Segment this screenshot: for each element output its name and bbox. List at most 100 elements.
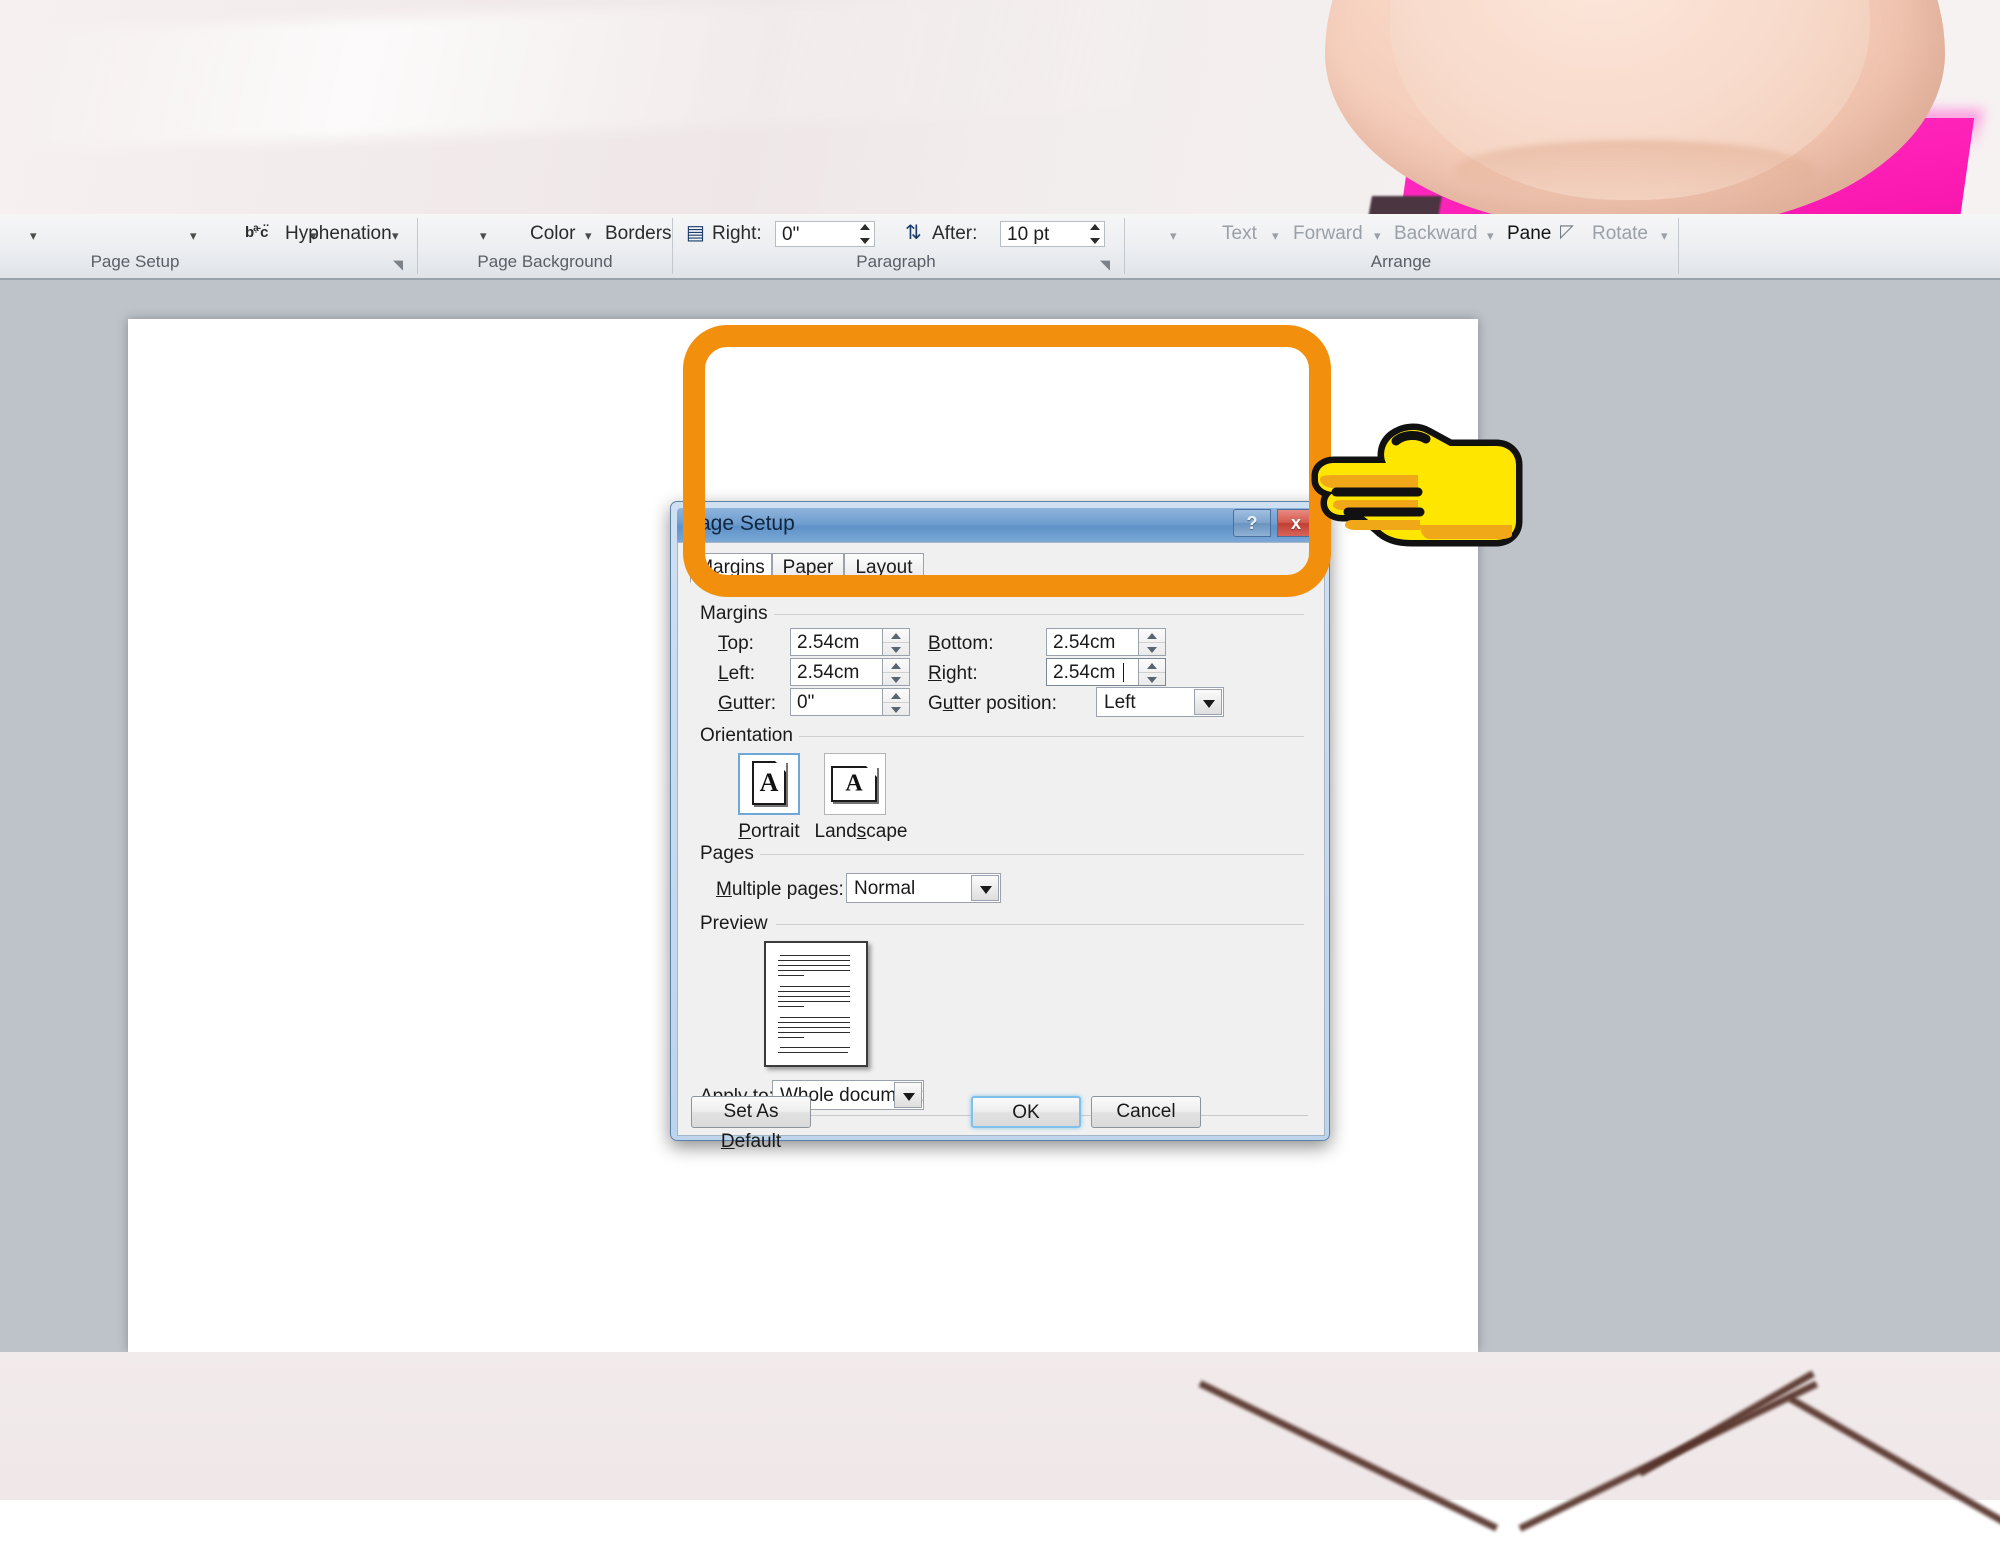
label-bottom: Bottom: bbox=[928, 633, 994, 654]
chevron-down-icon[interactable] bbox=[894, 1082, 922, 1108]
spacing-after-spinner[interactable] bbox=[1086, 221, 1104, 247]
spinner-up-icon[interactable] bbox=[1139, 629, 1165, 642]
text-caret bbox=[1123, 663, 1124, 682]
envelope-flap-line bbox=[1198, 1380, 1499, 1532]
dialog-title: Page Setup bbox=[685, 512, 795, 535]
indent-right-label: Right: bbox=[712, 223, 762, 244]
section-title-preview: Preview bbox=[700, 913, 774, 935]
tabstrip-underline bbox=[690, 582, 1314, 583]
send-backward-caret[interactable]: ▾ bbox=[1487, 228, 1494, 244]
set-as-default-button[interactable]: Set As Default bbox=[691, 1096, 811, 1152]
label-left: Left: bbox=[718, 663, 755, 684]
input-margin-top[interactable]: 2.54cm bbox=[790, 628, 910, 656]
section-rule-preview bbox=[776, 924, 1304, 925]
value-margin-top: 2.54cm bbox=[797, 632, 860, 653]
spinner-up-icon[interactable] bbox=[883, 659, 909, 672]
group-label-page-background: Page Background bbox=[477, 252, 613, 271]
tab-layout[interactable]: Layout bbox=[844, 553, 924, 583]
page-preview-thumbnail bbox=[764, 941, 868, 1067]
input-margin-right[interactable]: 2.54cm bbox=[1046, 658, 1166, 686]
spinner-down-icon[interactable] bbox=[883, 702, 909, 716]
wrap-text-caret[interactable]: ▾ bbox=[1272, 228, 1279, 244]
group-label-arrange: Arrange bbox=[1370, 252, 1432, 271]
input-margin-bottom[interactable]: 2.54cm bbox=[1046, 628, 1166, 656]
pointing-hand-left-icon bbox=[1311, 423, 1523, 547]
photo-bottom-area bbox=[0, 1350, 2000, 1552]
dialog-titlebar[interactable]: Page Setup ? x bbox=[677, 508, 1323, 542]
portrait-glyph: A bbox=[759, 768, 779, 797]
spinner-margin-bottom[interactable] bbox=[1138, 629, 1165, 655]
page-background-caret[interactable]: ▾ bbox=[480, 228, 487, 244]
label-gutter-position: Gutter position: bbox=[928, 693, 1057, 714]
indent-right-icon: ▤ bbox=[686, 222, 705, 244]
spinner-up-icon[interactable] bbox=[883, 689, 909, 702]
page-setup-dialog: Page Setup ? x Margins Paper Layout Marg… bbox=[670, 501, 1330, 1152]
page-color-button[interactable]: Color bbox=[530, 223, 575, 245]
hyphenation-button[interactable]: Hyphenation bbox=[285, 223, 392, 245]
dialog-body: Margins Paper Layout Margins Top: 2.54cm… bbox=[677, 542, 1325, 1136]
hyphenation-caret[interactable]: ▾ bbox=[392, 228, 399, 244]
rotate-button[interactable]: Rotate bbox=[1592, 223, 1648, 245]
chevron-down-icon[interactable] bbox=[971, 875, 999, 901]
spinner-gutter[interactable] bbox=[882, 689, 909, 715]
select-gutter-position[interactable]: Left bbox=[1096, 687, 1224, 717]
cancel-button[interactable]: Cancel bbox=[1091, 1096, 1201, 1128]
value-margin-left: 2.54cm bbox=[797, 662, 860, 683]
bring-forward-button[interactable]: Forward bbox=[1293, 223, 1363, 245]
tab-margins[interactable]: Margins bbox=[690, 553, 772, 583]
envelope-flap-line bbox=[1638, 1370, 1815, 1477]
arrange-caret[interactable]: ▾ bbox=[1170, 228, 1177, 244]
send-backward-button[interactable]: Backward bbox=[1394, 223, 1477, 245]
section-rule-orientation bbox=[788, 736, 1304, 737]
orientation-landscape-label: Landscape bbox=[814, 821, 908, 842]
help-icon: ? bbox=[1246, 513, 1258, 533]
label-multiple-pages: Multiple pages: bbox=[716, 879, 844, 900]
spinner-down-icon[interactable] bbox=[883, 642, 909, 656]
page-setup-dropdown-caret-2[interactable]: ▾ bbox=[190, 228, 197, 244]
page-setup-dialog-launcher-icon[interactable]: ◥ bbox=[393, 257, 403, 273]
bring-forward-caret[interactable]: ▾ bbox=[1374, 228, 1381, 244]
spinner-up-icon[interactable] bbox=[883, 629, 909, 642]
word-application-window: ▾ ▾ ▾ bạ-c̈ Hyphenation ▾ Page Setup ◥ ▾… bbox=[0, 214, 2000, 1352]
spinner-margin-right[interactable] bbox=[1138, 659, 1165, 685]
input-margin-left[interactable]: 2.54cm bbox=[790, 658, 910, 686]
ribbon-separator-3 bbox=[1124, 218, 1125, 274]
orientation-landscape[interactable]: A bbox=[824, 753, 886, 815]
wrap-text-button[interactable]: Text bbox=[1222, 223, 1257, 245]
selection-pane-button[interactable]: Pane bbox=[1507, 223, 1551, 245]
spinner-down-icon[interactable] bbox=[883, 672, 909, 686]
value-gutter-position: Left bbox=[1104, 692, 1136, 713]
rotate-icon: ◸ bbox=[1560, 221, 1574, 241]
help-button[interactable]: ? bbox=[1233, 509, 1271, 537]
tab-paper[interactable]: Paper bbox=[772, 553, 844, 583]
rotate-caret[interactable]: ▾ bbox=[1661, 228, 1668, 244]
input-gutter[interactable]: 0" bbox=[790, 688, 910, 716]
photo-nail-edge bbox=[1455, 140, 1815, 200]
value-margin-right: 2.54cm bbox=[1053, 662, 1116, 683]
value-margin-bottom: 2.54cm bbox=[1053, 632, 1116, 653]
chevron-down-icon[interactable] bbox=[1194, 689, 1222, 715]
page-setup-dropdown-caret-1[interactable]: ▾ bbox=[30, 228, 37, 244]
spinner-up-icon[interactable] bbox=[1139, 659, 1165, 672]
indent-right-spinner[interactable] bbox=[856, 221, 874, 247]
portrait-page-icon: A bbox=[752, 761, 786, 805]
ribbon-separator-2 bbox=[672, 218, 673, 274]
dialog-tabstrip: Margins Paper Layout bbox=[690, 553, 1314, 583]
label-top: Top: bbox=[718, 633, 754, 654]
label-gutter: Gutter: bbox=[718, 693, 777, 714]
page-color-caret[interactable]: ▾ bbox=[585, 228, 592, 244]
ribbon-separator-1 bbox=[417, 218, 418, 274]
select-multiple-pages[interactable]: Normal bbox=[846, 873, 1001, 903]
spinner-down-icon[interactable] bbox=[1139, 672, 1165, 686]
spacing-after-icon: ⇅ bbox=[905, 222, 922, 244]
spinner-margin-top[interactable] bbox=[882, 629, 909, 655]
paragraph-dialog-launcher-icon[interactable]: ◥ bbox=[1100, 257, 1110, 273]
section-rule-margins bbox=[700, 614, 1304, 615]
orientation-portrait[interactable]: A bbox=[738, 753, 800, 815]
spinner-margin-left[interactable] bbox=[882, 659, 909, 685]
hyphenation-icon[interactable]: bạ-c̈ bbox=[245, 223, 268, 241]
ok-button[interactable]: OK bbox=[971, 1096, 1081, 1128]
landscape-page-icon: A bbox=[831, 766, 877, 802]
spinner-down-icon[interactable] bbox=[1139, 642, 1165, 656]
page-borders-button[interactable]: Borders bbox=[605, 223, 672, 245]
